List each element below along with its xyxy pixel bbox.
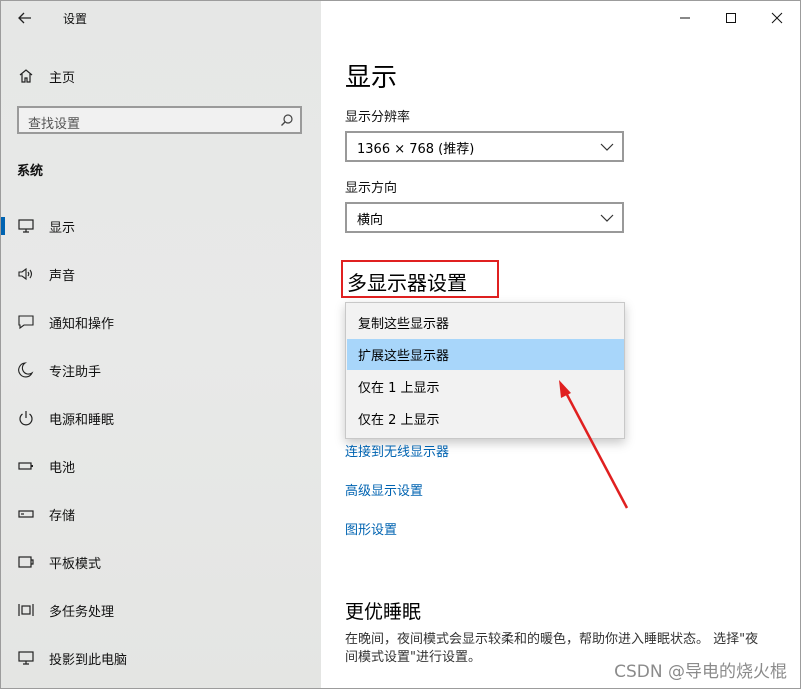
section-title: 系统 (17, 164, 44, 179)
battery-icon (18, 462, 33, 470)
option-extend[interactable]: 扩展这些显示器 (347, 339, 624, 370)
sidebar-item-label: 平板模式 (49, 557, 102, 572)
sidebar-item-display[interactable]: 显示 (1, 209, 321, 243)
page-title: 显示 (345, 63, 398, 93)
sidebar-item-notifications[interactable]: 通知和操作 (1, 305, 321, 339)
multi-display-header: 多显示器设置 (341, 260, 499, 298)
sidebar-item-focus-assist[interactable]: 专注助手 (1, 353, 321, 387)
window-controls (662, 1, 800, 35)
sidebar-item-label: 专注助手 (49, 365, 102, 380)
speaker-icon (18, 267, 33, 281)
maximize-icon (726, 13, 736, 23)
watermark: CSDN @导电的烧火棍 (614, 662, 787, 682)
monitor-icon (18, 219, 34, 233)
option-label: 仅在 2 上显示 (358, 413, 440, 428)
moon-icon (18, 362, 34, 378)
sidebar-item-label: 存储 (49, 509, 76, 524)
resolution-label: 显示分辨率 (345, 110, 411, 125)
orientation-dropdown[interactable]: 横向 (345, 202, 624, 233)
home-label: 主页 (49, 71, 76, 86)
sidebar-item-battery[interactable]: 电池 (1, 449, 321, 483)
orientation-value: 横向 (357, 213, 384, 228)
home-icon (19, 69, 33, 83)
minimize-button[interactable] (662, 1, 708, 35)
multi-display-title: 多显示器设置 (347, 271, 467, 295)
search-icon (281, 114, 293, 126)
multitask-icon (18, 604, 34, 616)
option-duplicate[interactable]: 复制这些显示器 (347, 307, 624, 338)
sidebar-item-label: 投影到此电脑 (49, 653, 128, 668)
link-graphics-settings[interactable]: 图形设置 (345, 519, 397, 538)
notification-icon (18, 315, 34, 330)
sidebar-item-project[interactable]: 投影到此电脑 (1, 641, 321, 675)
sidebar-item-label: 通知和操作 (49, 317, 115, 332)
search-placeholder: 查找设置 (28, 117, 81, 132)
active-indicator (1, 217, 5, 235)
sidebar-item-label: 电池 (49, 461, 76, 476)
sidebar-item-label: 显示 (49, 221, 76, 236)
sleep-section-title: 更优睡眠 (345, 601, 422, 623)
resolution-value: 1366 × 768 (推荐) (357, 142, 475, 157)
power-icon (19, 411, 33, 426)
chevron-down-icon (600, 214, 614, 222)
app-title: 设置 (63, 12, 88, 26)
tablet-icon (18, 556, 34, 568)
main-panel: 显示 显示分辨率 1366 × 768 (推荐) 显示方向 横向 多显示器设置 … (321, 1, 800, 688)
link-wireless-display[interactable]: 连接到无线显示器 (345, 441, 449, 460)
storage-icon (18, 510, 34, 518)
project-icon (18, 651, 34, 665)
sidebar-item-label: 多任务处理 (49, 605, 115, 620)
back-button[interactable] (13, 7, 37, 29)
search-input[interactable]: 查找设置 (17, 106, 302, 134)
settings-window: 设置 主页 查找设置 系统 显示 声音 通知和操作 专注助手 电源和睡眠 电池 … (0, 0, 801, 689)
sidebar-item-multitasking[interactable]: 多任务处理 (1, 593, 321, 627)
close-icon (771, 12, 783, 24)
sidebar-item-label: 声音 (49, 269, 76, 284)
sidebar-item-storage[interactable]: 存储 (1, 497, 321, 531)
orientation-label: 显示方向 (345, 181, 398, 196)
arrow-left-icon (18, 12, 31, 24)
sidebar-item-sound[interactable]: 声音 (1, 257, 321, 291)
close-button[interactable] (754, 1, 800, 35)
sidebar: 设置 主页 查找设置 系统 显示 声音 通知和操作 专注助手 电源和睡眠 电池 … (1, 1, 321, 688)
option-label: 扩展这些显示器 (358, 349, 450, 364)
sidebar-item-power-sleep[interactable]: 电源和睡眠 (1, 401, 321, 435)
maximize-button[interactable] (708, 1, 754, 35)
option-show-only-2[interactable]: 仅在 2 上显示 (347, 403, 624, 434)
titlebar-left: 设置 (1, 1, 321, 35)
option-show-only-1[interactable]: 仅在 1 上显示 (347, 371, 624, 402)
option-label: 仅在 1 上显示 (358, 381, 440, 396)
link-advanced-display[interactable]: 高级显示设置 (345, 480, 423, 499)
resolution-dropdown[interactable]: 1366 × 768 (推荐) (345, 131, 624, 162)
sidebar-item-home[interactable]: 主页 (1, 63, 321, 89)
minimize-icon (680, 17, 690, 19)
multi-display-dropdown-list: 复制这些显示器 扩展这些显示器 仅在 1 上显示 仅在 2 上显示 (345, 302, 625, 439)
option-label: 复制这些显示器 (358, 317, 450, 332)
chevron-down-icon (600, 143, 614, 151)
sidebar-item-tablet-mode[interactable]: 平板模式 (1, 545, 321, 579)
sidebar-item-label: 电源和睡眠 (49, 413, 115, 428)
